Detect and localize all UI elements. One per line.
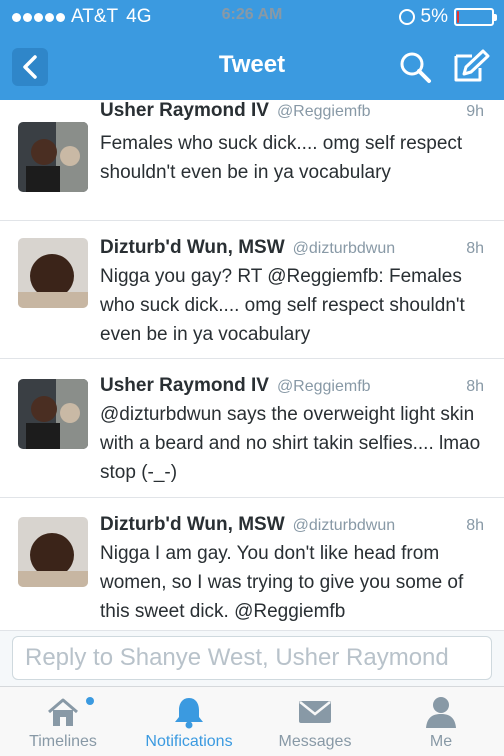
person-icon bbox=[426, 697, 456, 728]
bell-icon bbox=[175, 698, 203, 729]
envelope-icon bbox=[299, 701, 331, 723]
reply-input[interactable]: Reply to Shanye West, Usher Raymond bbox=[12, 636, 492, 680]
tab-bar: Timelines Notifications Messages Me bbox=[0, 686, 504, 756]
tab-label: Messages bbox=[278, 733, 352, 750]
author-handle[interactable]: @dizturbdwun bbox=[293, 517, 396, 535]
author-name[interactable]: Usher Raymond IV bbox=[100, 100, 269, 122]
avatar[interactable] bbox=[18, 379, 88, 449]
search-button[interactable] bbox=[398, 50, 432, 84]
tab-label: Timelines bbox=[29, 733, 97, 750]
tweet-text: Nigga I am gay. You don't like head from… bbox=[100, 543, 464, 622]
alarm-icon bbox=[398, 9, 415, 25]
avatar[interactable] bbox=[18, 122, 88, 192]
status-bar: AT&T 4G 6:26 AM 5% bbox=[0, 0, 504, 34]
avatar[interactable] bbox=[18, 238, 88, 308]
top-bar: AT&T 4G 6:26 AM 5% Tweet bbox=[0, 0, 504, 100]
author-handle[interactable]: @Reggiemfb bbox=[277, 103, 371, 121]
reply-bar: Reply to Shanye West, Usher Raymond bbox=[0, 630, 504, 686]
tweet-thread[interactable]: Usher Raymond IV @Reggiemfb 9h Females w… bbox=[0, 100, 504, 630]
tweet-time: 8h bbox=[466, 517, 484, 534]
tab-timelines[interactable]: Timelines bbox=[0, 687, 126, 756]
tab-me[interactable]: Me bbox=[378, 687, 504, 756]
tweet-text: @dizturbdwun says the overweight light s… bbox=[100, 404, 481, 483]
battery-area: 5% bbox=[398, 6, 497, 28]
tab-label: Notifications bbox=[145, 733, 233, 750]
tweet-time: 8h bbox=[466, 240, 484, 257]
tweet-text: Females who suck dick.... omg self respe… bbox=[100, 133, 463, 183]
author-handle[interactable]: @dizturbdwun bbox=[293, 240, 396, 258]
battery-percent: 5% bbox=[420, 6, 448, 27]
tab-notifications[interactable]: Notifications bbox=[126, 687, 252, 756]
tweet-item[interactable]: Dizturb'd Wun, MSW @dizturbdwun 8h Nigga… bbox=[0, 498, 504, 630]
tweet-text: Nigga you gay? RT @Reggiemfb: Females wh… bbox=[100, 266, 465, 345]
tweet-item[interactable]: Usher Raymond IV @Reggiemfb 8h @dizturbd… bbox=[0, 359, 504, 498]
compose-button[interactable] bbox=[450, 48, 490, 86]
tab-label: Me bbox=[429, 733, 453, 750]
home-icon bbox=[48, 698, 78, 726]
author-handle[interactable]: @Reggiemfb bbox=[277, 378, 371, 396]
author-name[interactable]: Usher Raymond IV bbox=[100, 375, 269, 397]
tweet-time: 9h bbox=[466, 103, 484, 120]
nav-bar: Tweet bbox=[0, 34, 504, 100]
author-name[interactable]: Dizturb'd Wun, MSW bbox=[100, 237, 285, 259]
battery-icon bbox=[454, 8, 497, 26]
tab-messages[interactable]: Messages bbox=[252, 687, 378, 756]
avatar[interactable] bbox=[18, 517, 88, 587]
tweet-time: 8h bbox=[466, 378, 484, 395]
new-badge-dot bbox=[86, 697, 94, 705]
tweet-item[interactable]: Usher Raymond IV @Reggiemfb 9h Females w… bbox=[0, 100, 504, 221]
tweet-item[interactable]: Dizturb'd Wun, MSW @dizturbdwun 8h Nigga… bbox=[0, 221, 504, 359]
author-name[interactable]: Dizturb'd Wun, MSW bbox=[100, 514, 285, 536]
search-icon bbox=[400, 52, 431, 83]
compose-icon bbox=[454, 49, 490, 82]
